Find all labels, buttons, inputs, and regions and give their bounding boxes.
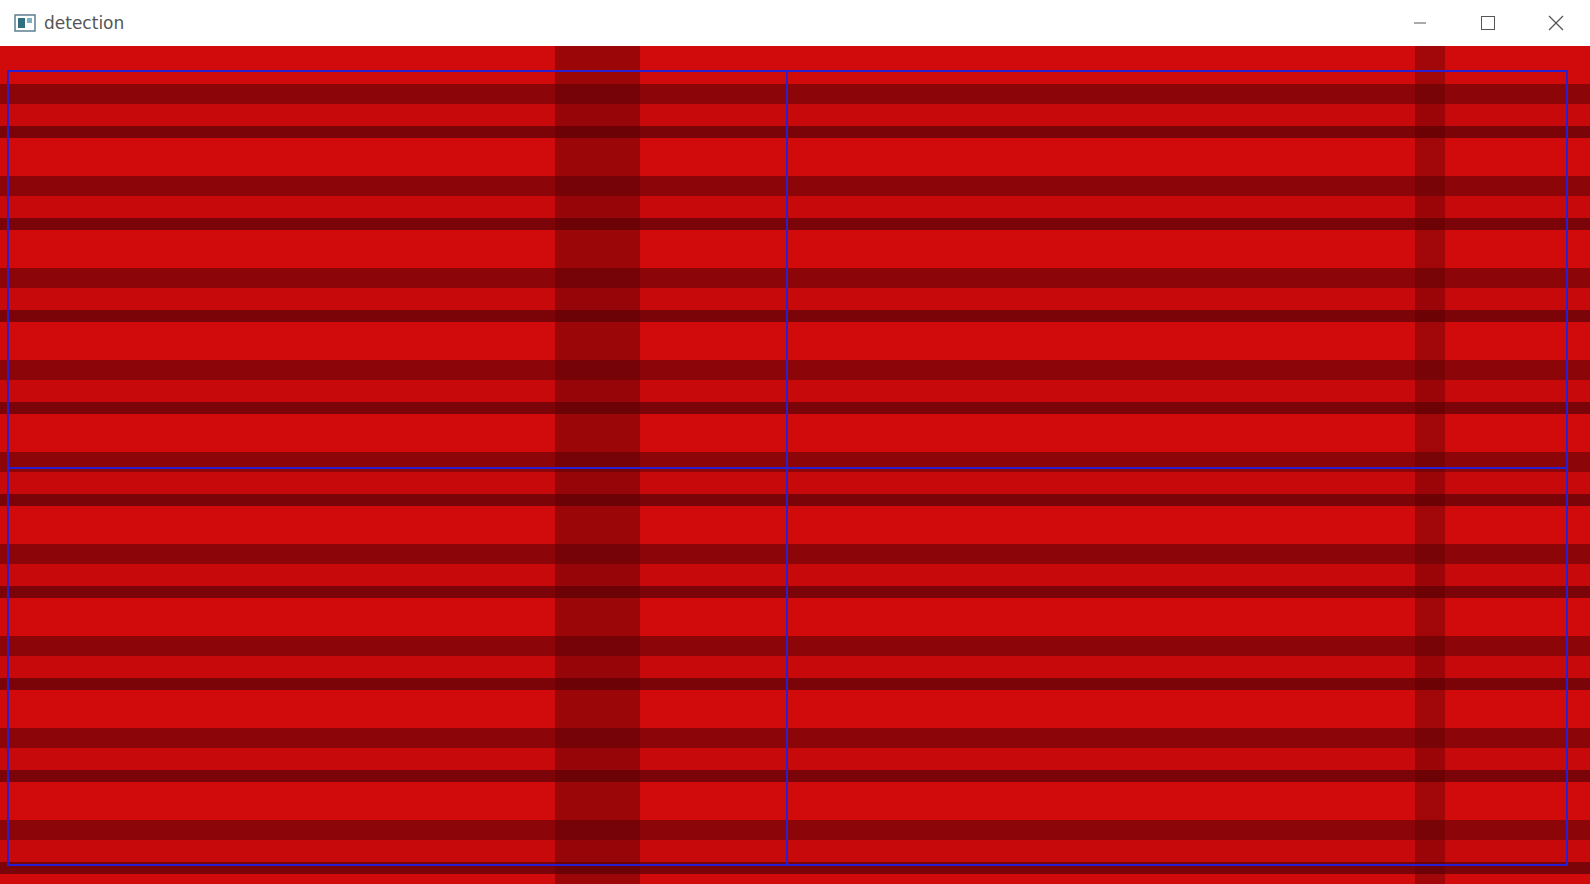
detection-window: detection xyxy=(0,0,1590,884)
title-bar: detection xyxy=(0,0,1590,46)
video-frame xyxy=(0,46,1590,884)
grid-overlay-icon xyxy=(0,46,1590,884)
app-icon xyxy=(14,14,36,32)
maximize-icon xyxy=(1480,15,1496,31)
minimize-icon xyxy=(1413,16,1427,30)
close-button[interactable] xyxy=(1522,0,1590,46)
close-icon xyxy=(1548,15,1564,31)
minimize-button[interactable] xyxy=(1386,0,1454,46)
window-controls xyxy=(1386,0,1590,46)
window-title: detection xyxy=(44,13,1378,33)
maximize-button[interactable] xyxy=(1454,0,1522,46)
